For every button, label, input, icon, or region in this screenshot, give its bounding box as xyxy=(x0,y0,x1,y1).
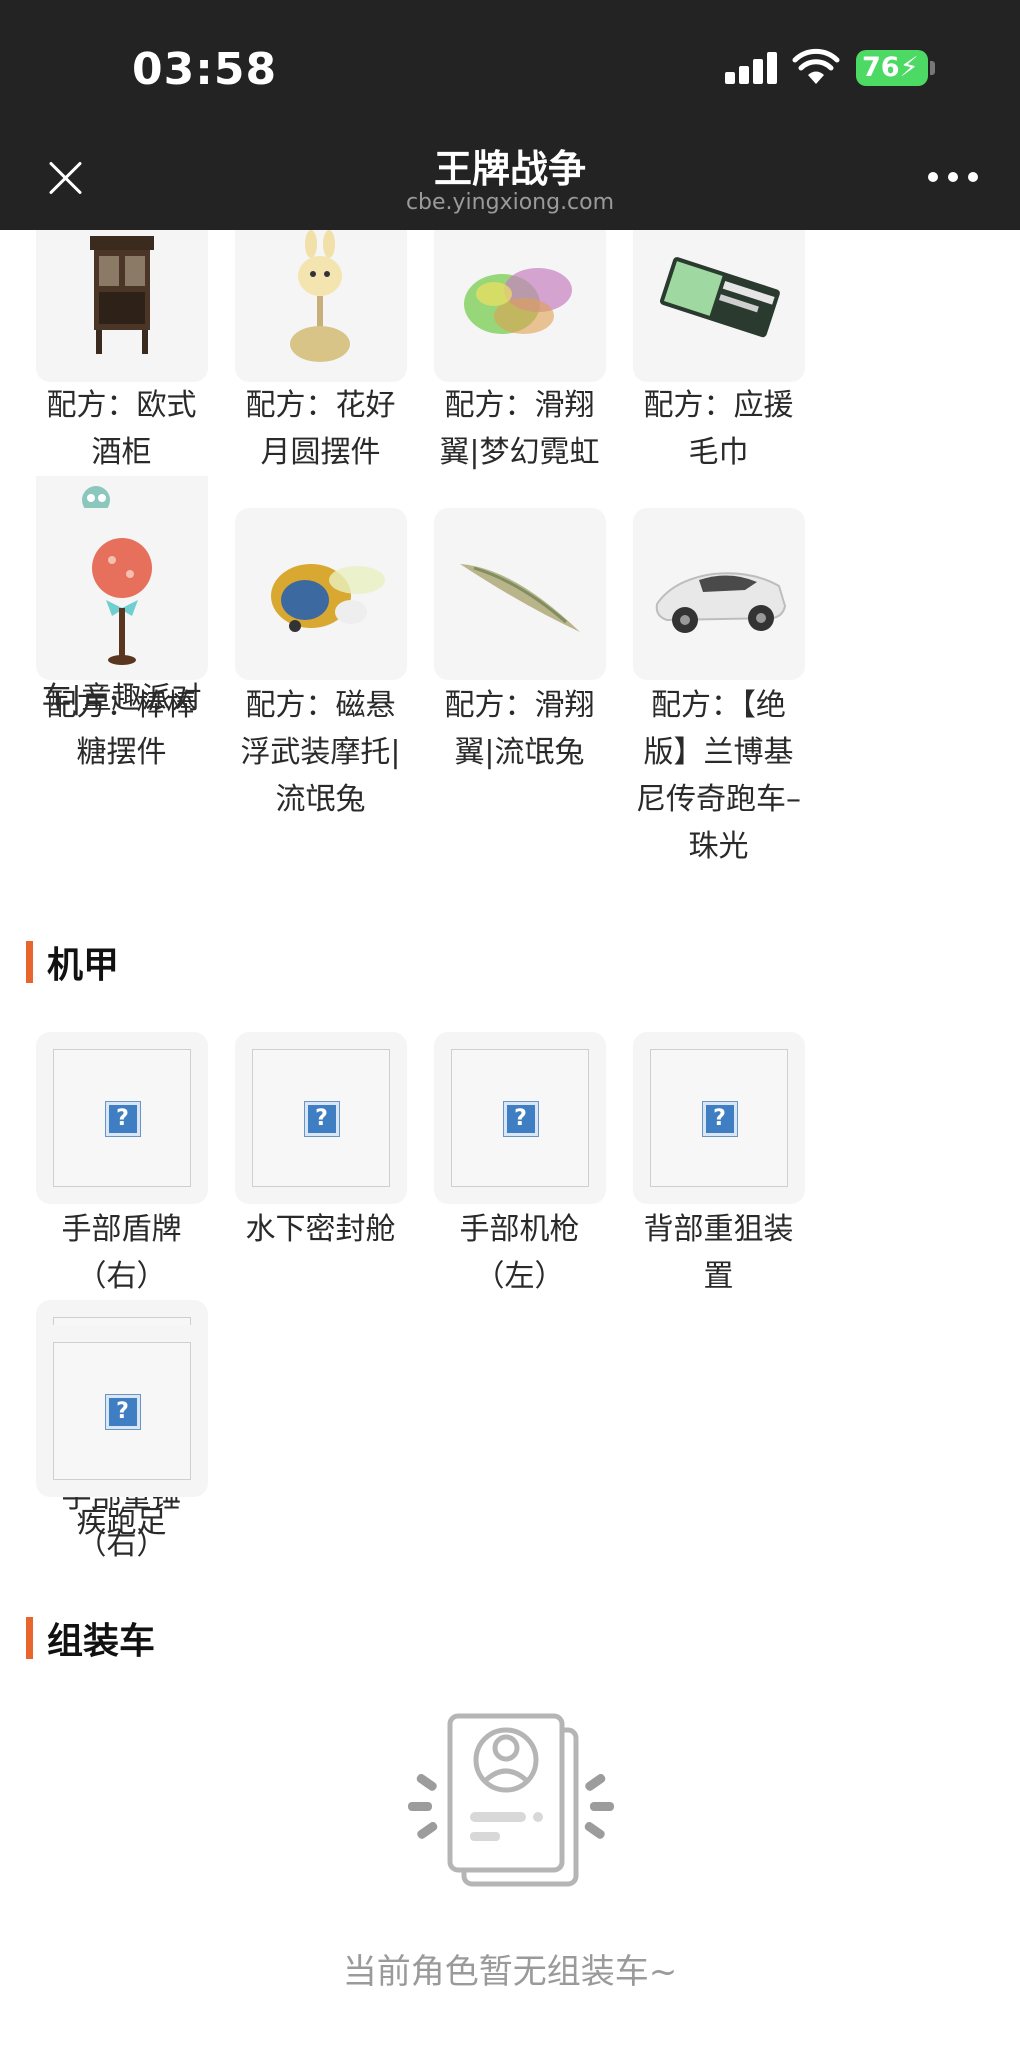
question-mark-icon: ? xyxy=(502,1101,539,1137)
section-header-mech: 机甲 xyxy=(26,940,119,986)
sports-car-icon xyxy=(632,508,805,680)
battery-tip xyxy=(930,61,935,75)
recipe-item[interactable]: 配方：欧式酒柜 xyxy=(22,230,221,476)
rabbit-ornament-icon xyxy=(234,230,407,382)
question-mark-icon: ? xyxy=(303,1101,340,1137)
recipe-item[interactable]: 配方：应援毛巾 xyxy=(619,230,818,476)
lollipop-icon xyxy=(35,508,208,680)
question-mark-icon: ? xyxy=(104,1394,141,1430)
recipe-item[interactable]: 配方：滑翔翼|梦幻霓虹 xyxy=(420,230,619,476)
page-domain: cbe.yingxiong.com xyxy=(405,190,615,215)
section-title: 机甲 xyxy=(47,945,120,986)
recipe-item-label: 配方：滑翔翼|梦幻霓虹 xyxy=(439,388,600,470)
recipe-item[interactable]: 配方：磁悬浮武装摩托|流氓兔 xyxy=(221,508,420,870)
recipe-item[interactable]: 配方：棒棒糖摆件 xyxy=(22,508,221,870)
question-mark-icon: ? xyxy=(104,1101,141,1137)
more-options-button[interactable] xyxy=(928,170,980,184)
mech-thumbnail: ? xyxy=(433,1032,606,1204)
battery-indicator: 76⚡ xyxy=(856,50,928,86)
mech-item-label: 背部重狙装置 xyxy=(643,1212,794,1294)
signal-icon xyxy=(725,52,777,84)
recipe-item[interactable]: 配方：【绝版】兰博基尼传奇跑车–珠光 xyxy=(619,508,818,870)
glider-blade-icon xyxy=(433,508,606,680)
question-mark-icon: ? xyxy=(701,1101,738,1137)
wifi-icon xyxy=(792,48,840,84)
recipe-item-label: 配方：棒棒糖摆件 xyxy=(46,688,197,770)
mech-item[interactable]: ? 背部重狙装置 xyxy=(619,1032,818,1300)
recipe-item-label: 配方：滑翔翼|流氓兔 xyxy=(444,688,595,770)
broken-image-placeholder: ? xyxy=(52,1049,191,1187)
mech-grid-row-2: ? 疾跑足 xyxy=(22,1325,1012,1546)
recipe-item[interactable]: 配方：花好月圆摆件 xyxy=(221,230,420,476)
status-time: 03:58 xyxy=(132,44,278,95)
mech-item[interactable]: ? 手部盾牌（右） xyxy=(22,1032,221,1300)
mech-item[interactable]: ? 手部机枪（左） xyxy=(420,1032,619,1300)
section-accent-bar xyxy=(26,1617,33,1659)
hover-bike-icon xyxy=(234,508,407,680)
broken-image-placeholder: ? xyxy=(52,1342,191,1480)
recipe-item-label: 配方：欧式酒柜 xyxy=(46,388,197,470)
wine-cabinet-icon xyxy=(35,230,208,382)
charging-bolt-icon: ⚡ xyxy=(899,52,919,83)
section-header-vehicle: 组装车 xyxy=(26,1616,155,1662)
mech-thumbnail: ? xyxy=(35,1032,208,1204)
recipe-grid-row-2: 配方：棒棒糖摆件 配方：磁悬浮武装摩托|流氓兔 配方：滑翔翼|流氓兔 配方：【绝… xyxy=(22,508,1012,870)
mech-item-label: 疾跑足 xyxy=(76,1505,167,1540)
mech-item-label: 手部机枪（左） xyxy=(459,1212,580,1294)
empty-state-card-icon xyxy=(408,1713,614,1887)
broken-image-placeholder: ? xyxy=(251,1049,390,1187)
mech-item[interactable]: ? 疾跑足 xyxy=(22,1325,221,1546)
battery-level: 76 xyxy=(862,52,900,83)
recipe-item-label: 配方：应援毛巾 xyxy=(643,388,794,470)
mech-thumbnail: ? xyxy=(234,1032,407,1204)
mech-item-label: 水下密封舱 xyxy=(245,1212,396,1247)
section-accent-bar xyxy=(26,941,33,983)
top-bar: 03:58 76⚡ 王牌战争 cbe.yingxiong.com xyxy=(0,0,1020,230)
page-title: 王牌战争 xyxy=(433,147,586,191)
broken-image-placeholder: ? xyxy=(649,1049,788,1187)
glider-neon-icon xyxy=(433,230,606,382)
recipe-item[interactable]: 配方：滑翔翼|流氓兔 xyxy=(420,508,619,870)
recipe-item-label: 配方：花好月圆摆件 xyxy=(245,388,396,470)
recipe-item-label: 配方：【绝版】兰博基尼传奇跑车–珠光 xyxy=(636,688,801,864)
section-title: 组装车 xyxy=(47,1621,156,1662)
towel-icon xyxy=(632,230,805,382)
empty-state-message: 当前角色暂无组装车~ xyxy=(342,1952,678,1992)
recipe-item-label: 配方：磁悬浮武装摩托|流氓兔 xyxy=(240,688,401,817)
broken-image-placeholder: ? xyxy=(450,1049,589,1187)
mech-thumbnail: ? xyxy=(35,1325,208,1497)
mech-item[interactable]: ? 水下密封舱 xyxy=(221,1032,420,1300)
mech-item-label: 手部盾牌（右） xyxy=(61,1212,182,1294)
mech-thumbnail: ? xyxy=(632,1032,805,1204)
